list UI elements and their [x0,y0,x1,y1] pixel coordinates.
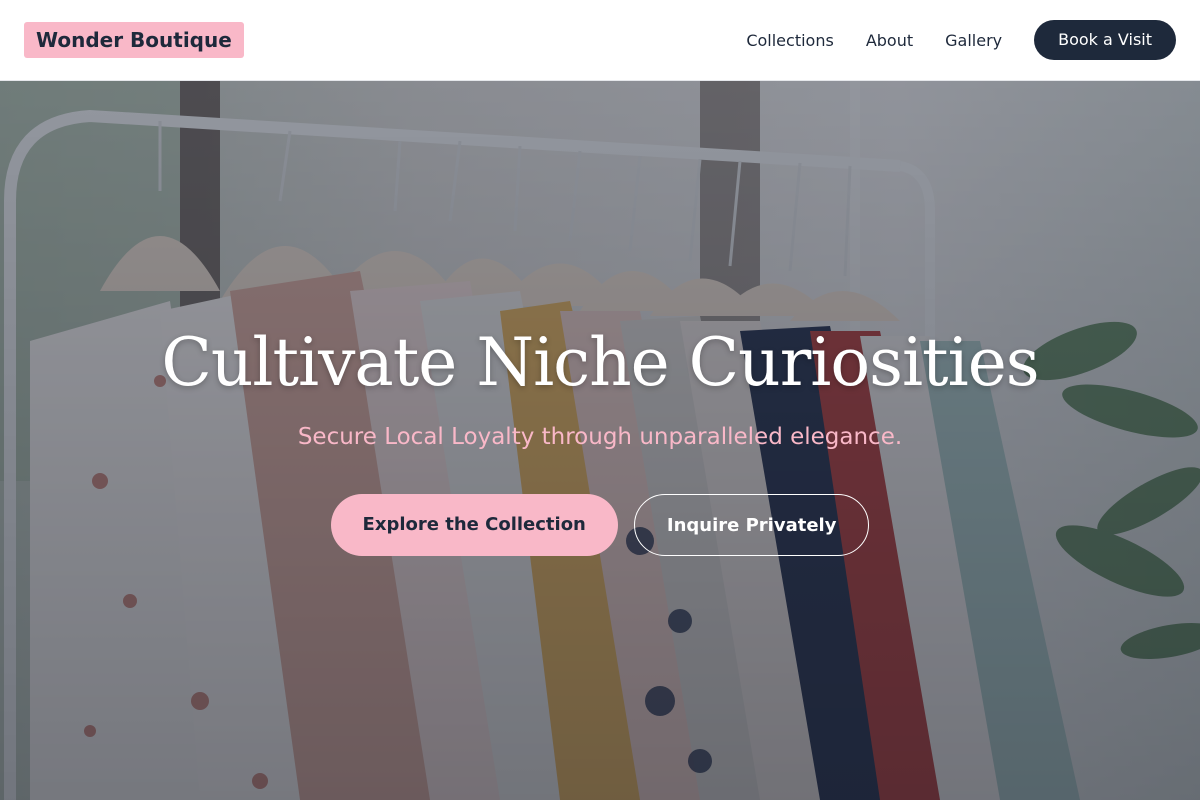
hero-actions: Explore the Collection Inquire Privately [0,494,1200,556]
hero-subtitle: Secure Local Loyalty through unparallele… [297,424,903,450]
nav-link-collections[interactable]: Collections [746,31,833,50]
inquire-privately-button[interactable]: Inquire Privately [633,494,870,556]
hero-title: Cultivate Niche Curiosities [161,324,1039,401]
hero-content: Cultivate Niche Curiosities Secure Local… [0,81,1200,800]
hero-section: Cultivate Niche Curiosities Secure Local… [0,81,1200,800]
main-nav: Collections About Gallery Book a Visit [746,20,1176,60]
explore-collection-button[interactable]: Explore the Collection [330,494,618,556]
nav-link-about[interactable]: About [866,31,913,50]
nav-link-gallery[interactable]: Gallery [945,31,1002,50]
site-header: Wonder Boutique Collections About Galler… [0,0,1200,81]
brand-logo[interactable]: Wonder Boutique [24,22,244,58]
book-visit-button[interactable]: Book a Visit [1034,20,1176,60]
